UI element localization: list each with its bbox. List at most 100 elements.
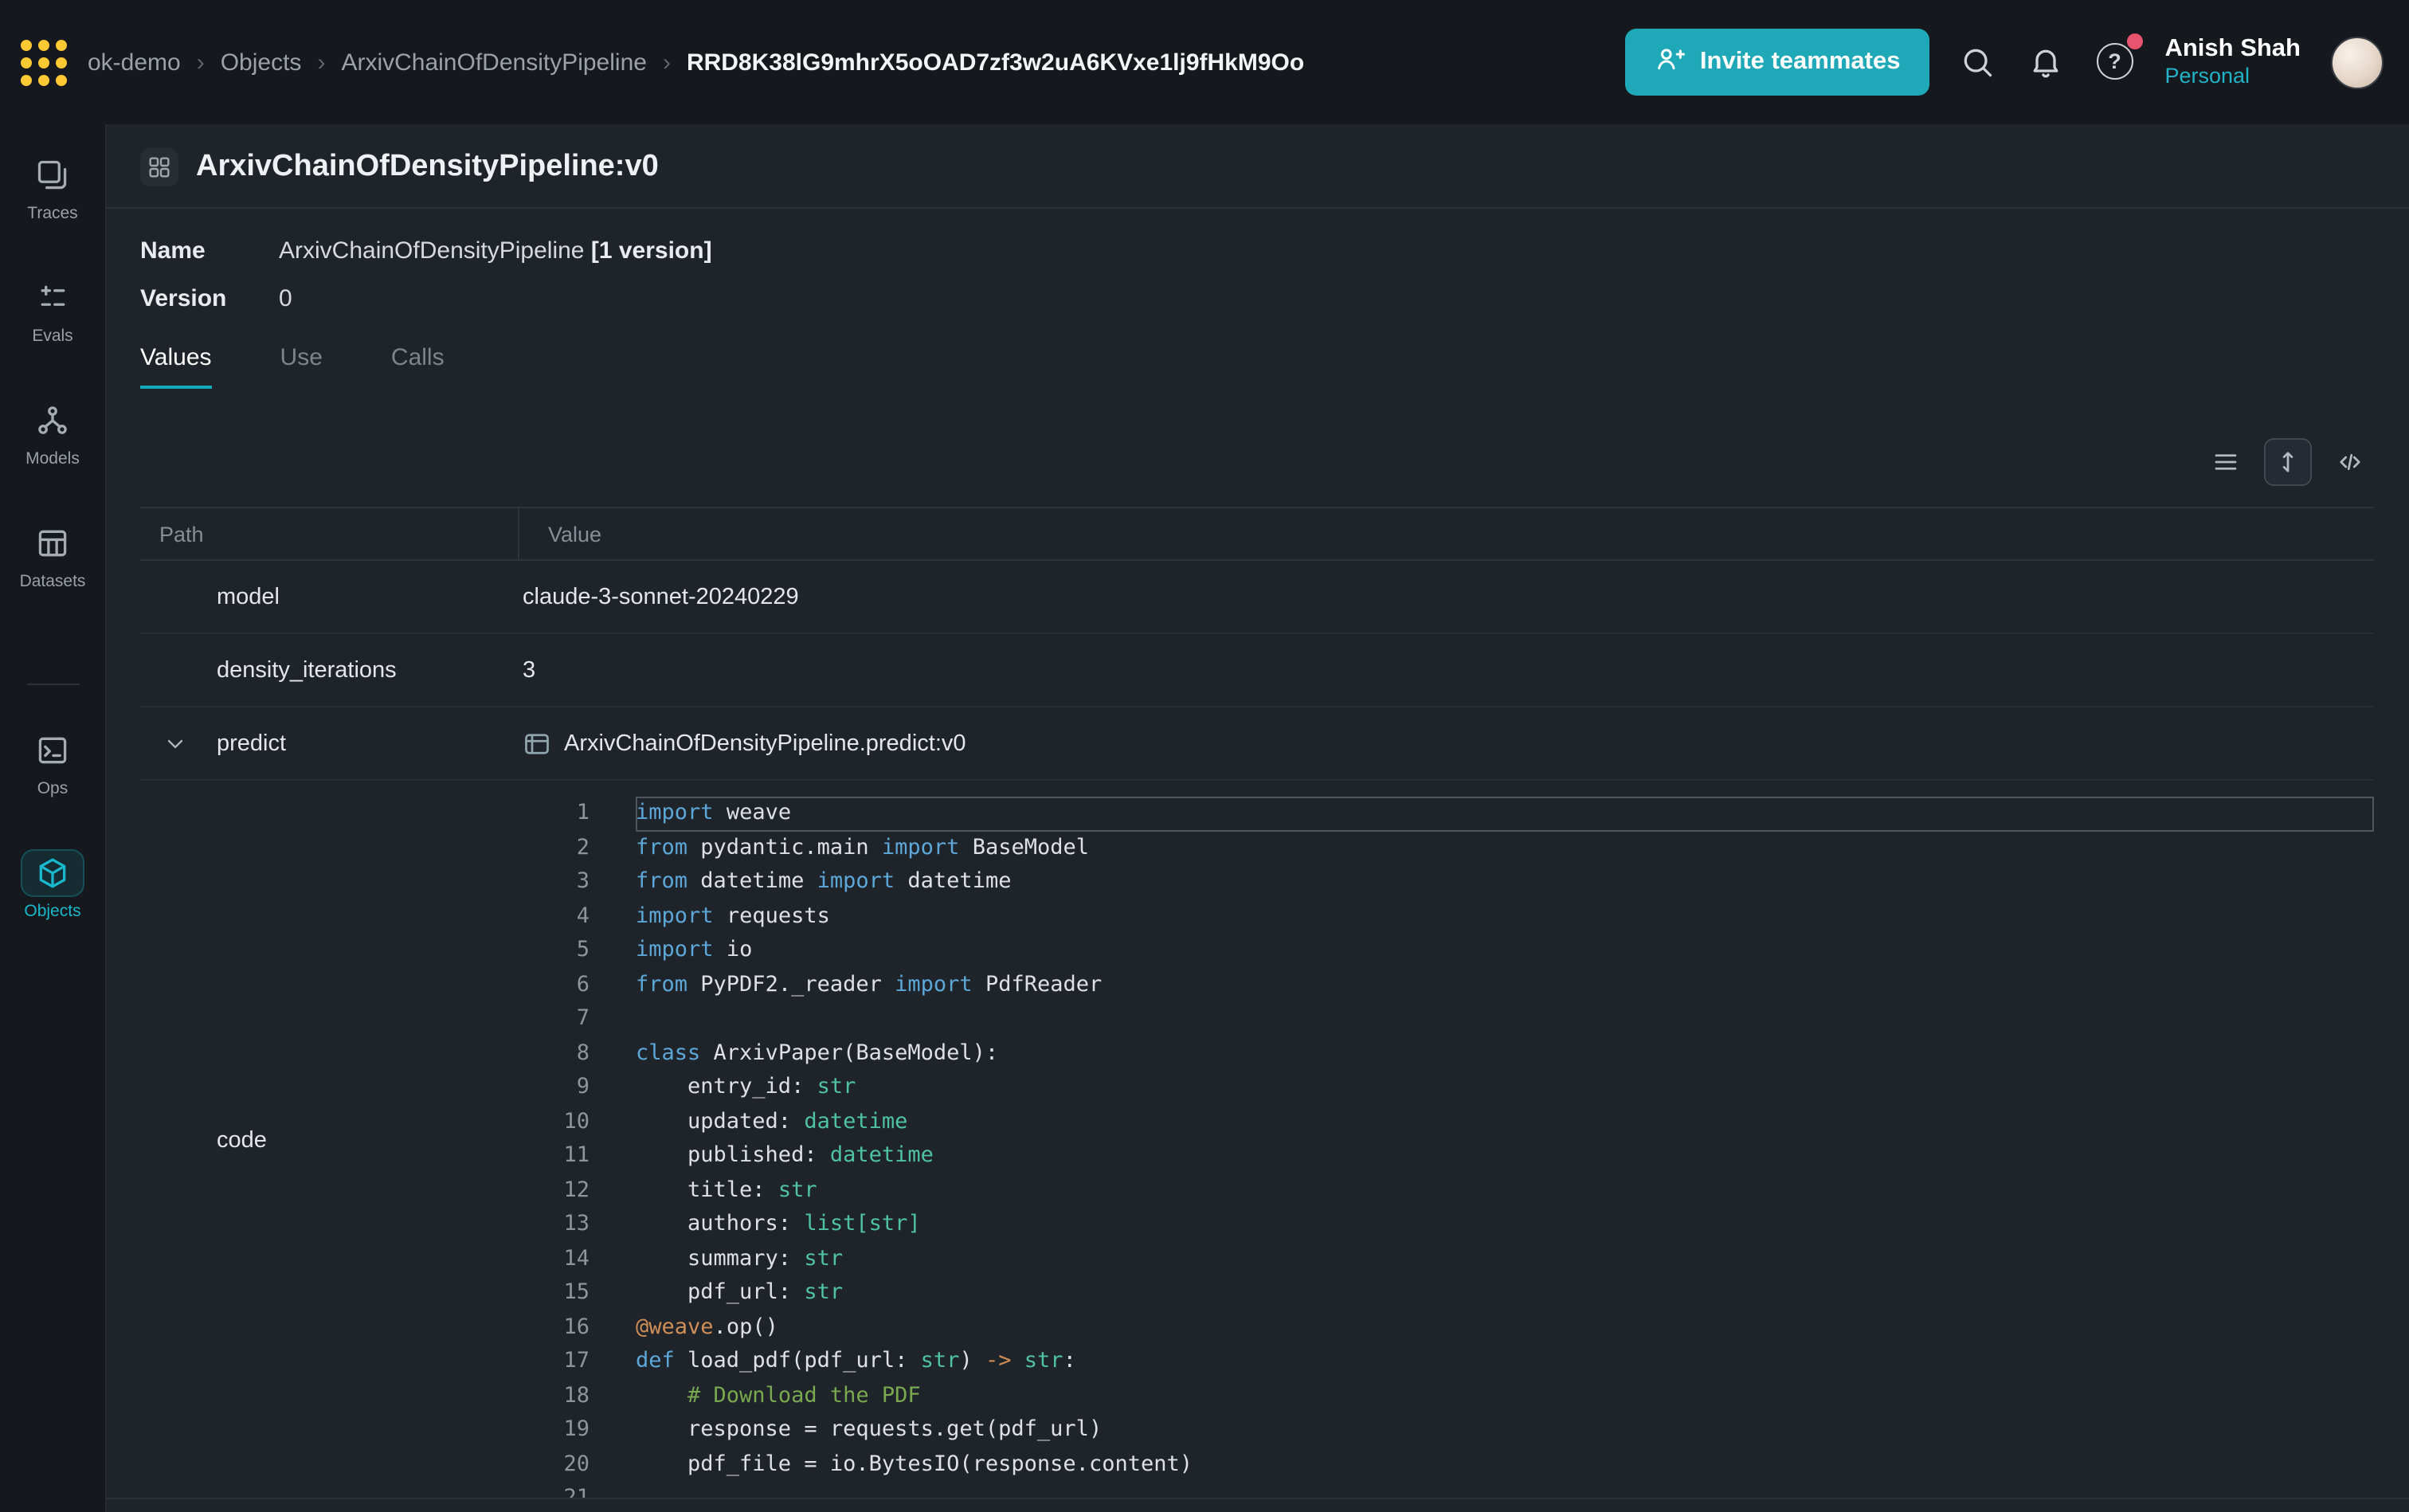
sidebar-item-evals[interactable]: Evals — [21, 274, 84, 346]
code-line: 19 response = requests.get(pdf_url) — [518, 1413, 2374, 1447]
object-icon — [140, 148, 178, 186]
code-text: def load_pdf(pdf_url: str) -> str: — [636, 1345, 1076, 1379]
sidebar-item-traces[interactable]: Traces — [21, 151, 84, 223]
breadcrumb-item[interactable]: ok-demo — [88, 49, 181, 76]
line-number: 10 — [518, 1105, 590, 1139]
line-number: 6 — [518, 968, 590, 1002]
version-count: [1 version] — [591, 237, 712, 264]
code-text: from datetime import datetime — [636, 865, 1011, 899]
code-line: 14 summary: str — [518, 1242, 2374, 1276]
code-text: response = requests.get(pdf_url) — [636, 1413, 1102, 1447]
sidebar-item-label: Traces — [27, 204, 77, 223]
main-panel: ArxivChainOfDensityPipeline:v0 Name Arxi… — [107, 124, 2409, 1512]
row-path-code[interactable]: code — [140, 781, 518, 1499]
line-number: 21 — [518, 1482, 590, 1499]
object-meta: Name ArxivChainOfDensityPipeline [1 vers… — [140, 226, 2374, 322]
table-header: Path Value — [140, 507, 2374, 561]
code-line: 12 title: str — [518, 1173, 2374, 1208]
code-text: authors: list[str] — [636, 1208, 921, 1242]
code-line: 16@weave.op() — [518, 1310, 2374, 1345]
row-value: 3 — [518, 634, 2374, 706]
objects-icon — [21, 849, 84, 897]
table-row[interactable]: predictArxivChainOfDensityPipeline.predi… — [140, 707, 2374, 781]
topbar: ok-demo›Objects›ArxivChainOfDensityPipel… — [0, 0, 2409, 124]
code-text: @weave.op() — [636, 1310, 778, 1345]
line-number: 9 — [518, 1071, 590, 1105]
expand-rows-button[interactable] — [2264, 438, 2312, 486]
code-line: 3from datetime import datetime — [518, 865, 2374, 899]
line-number: 5 — [518, 934, 590, 968]
code-view-button[interactable] — [2326, 438, 2374, 486]
code-text: entry_id: str — [636, 1071, 856, 1105]
values-table: Path Value modelclaude-3-sonnet-20240229… — [140, 507, 2374, 1499]
breadcrumb-item[interactable]: Objects — [221, 49, 302, 76]
line-number: 20 — [518, 1447, 590, 1482]
code-line: 13 authors: list[str] — [518, 1208, 2374, 1242]
code-line: 17 def load_pdf(pdf_url: str) -> str: — [518, 1345, 2374, 1379]
table-row[interactable]: modelclaude-3-sonnet-20240229 — [140, 561, 2374, 634]
sidebar-item-label: Models — [25, 449, 80, 468]
breadcrumb-item[interactable]: ArxivChainOfDensityPipeline — [341, 49, 647, 76]
app-root: ok-demo›Objects›ArxivChainOfDensityPipel… — [0, 0, 2409, 1512]
sidebar-item-label: Evals — [32, 327, 72, 346]
code-line: 20 pdf_file = io.BytesIO(response.conten… — [518, 1447, 2374, 1482]
ops-icon — [21, 727, 84, 774]
datasets-icon — [21, 519, 84, 567]
code-text: published: datetime — [636, 1139, 934, 1173]
tab-values[interactable]: Values — [140, 344, 212, 389]
sidebar-item-ops[interactable]: Ops — [21, 727, 84, 798]
chevron-down-icon[interactable] — [163, 731, 188, 756]
avatar[interactable] — [2331, 36, 2384, 88]
code-text: import requests — [636, 899, 830, 934]
line-number: 2 — [518, 831, 590, 865]
code-line: 15 pdf_url: str — [518, 1276, 2374, 1310]
tab-calls[interactable]: Calls — [391, 344, 445, 389]
table-row[interactable]: density_iterations3 — [140, 634, 2374, 707]
invite-user-icon — [1654, 42, 1686, 82]
list-view-button[interactable] — [2202, 438, 2250, 486]
invite-teammates-button[interactable]: Invite teammates — [1625, 29, 1929, 96]
code-line: 18 # Download the PDF — [518, 1379, 2374, 1413]
user-menu[interactable]: Anish Shah Personal — [2164, 33, 2301, 92]
title-row: ArxivChainOfDensityPipeline:v0 — [140, 124, 2374, 188]
code-line: 7 — [518, 1002, 2374, 1036]
code-text: title: str — [636, 1173, 817, 1208]
evals-icon — [21, 274, 84, 322]
code-text: from PyPDF2._reader import PdfReader — [636, 968, 1102, 1002]
code-line: 4import requests — [518, 899, 2374, 934]
line-number: 8 — [518, 1036, 590, 1071]
user-scope: Personal — [2164, 65, 2301, 92]
code-text: summary: str — [636, 1242, 843, 1276]
version-value: 0 — [279, 284, 292, 311]
code-line: 8class ArxivPaper(BaseModel): — [518, 1036, 2374, 1071]
breadcrumb-separator: › — [197, 49, 205, 76]
invite-teammates-label: Invite teammates — [1700, 48, 1901, 76]
code-block[interactable]: 1 import weave2from pydantic.main import … — [518, 781, 2374, 1499]
code-text: import weave — [636, 797, 791, 831]
meta-row-name: Name ArxivChainOfDensityPipeline [1 vers… — [140, 226, 2374, 274]
wandb-logo-icon[interactable] — [21, 39, 67, 85]
code-text: # Download the PDF — [636, 1379, 921, 1413]
line-number: 14 — [518, 1242, 590, 1276]
tab-use[interactable]: Use — [280, 344, 323, 389]
models-icon — [21, 397, 84, 445]
line-number: 11 — [518, 1139, 590, 1173]
code-line: 10 updated: datetime — [518, 1105, 2374, 1139]
sidebar-item-datasets[interactable]: Datasets — [20, 519, 86, 591]
line-number: 1 — [518, 797, 590, 831]
help-icon[interactable]: ? — [2096, 43, 2134, 81]
column-header-path: Path — [140, 508, 518, 559]
search-icon[interactable] — [1959, 43, 1997, 81]
breadcrumb-item[interactable]: RRD8K38lG9mhrX5oOAD7zf3w2uA6KVxe1lj9fHkM… — [687, 49, 1304, 76]
row-path: density_iterations — [140, 634, 518, 706]
page-title: ArxivChainOfDensityPipeline:v0 — [196, 150, 659, 185]
line-number: 18 — [518, 1379, 590, 1413]
sidebar-item-models[interactable]: Models — [21, 397, 84, 468]
sidebar-item-objects[interactable]: Objects — [21, 849, 84, 921]
code-line: 2from pydantic.main import BaseModel — [518, 831, 2374, 865]
breadcrumb: ok-demo›Objects›ArxivChainOfDensityPipel… — [88, 49, 1304, 76]
question-mark-icon: ? — [2096, 43, 2133, 80]
bell-icon[interactable] — [2027, 43, 2066, 81]
line-number: 17 — [518, 1345, 590, 1379]
version-label: Version — [140, 284, 279, 311]
